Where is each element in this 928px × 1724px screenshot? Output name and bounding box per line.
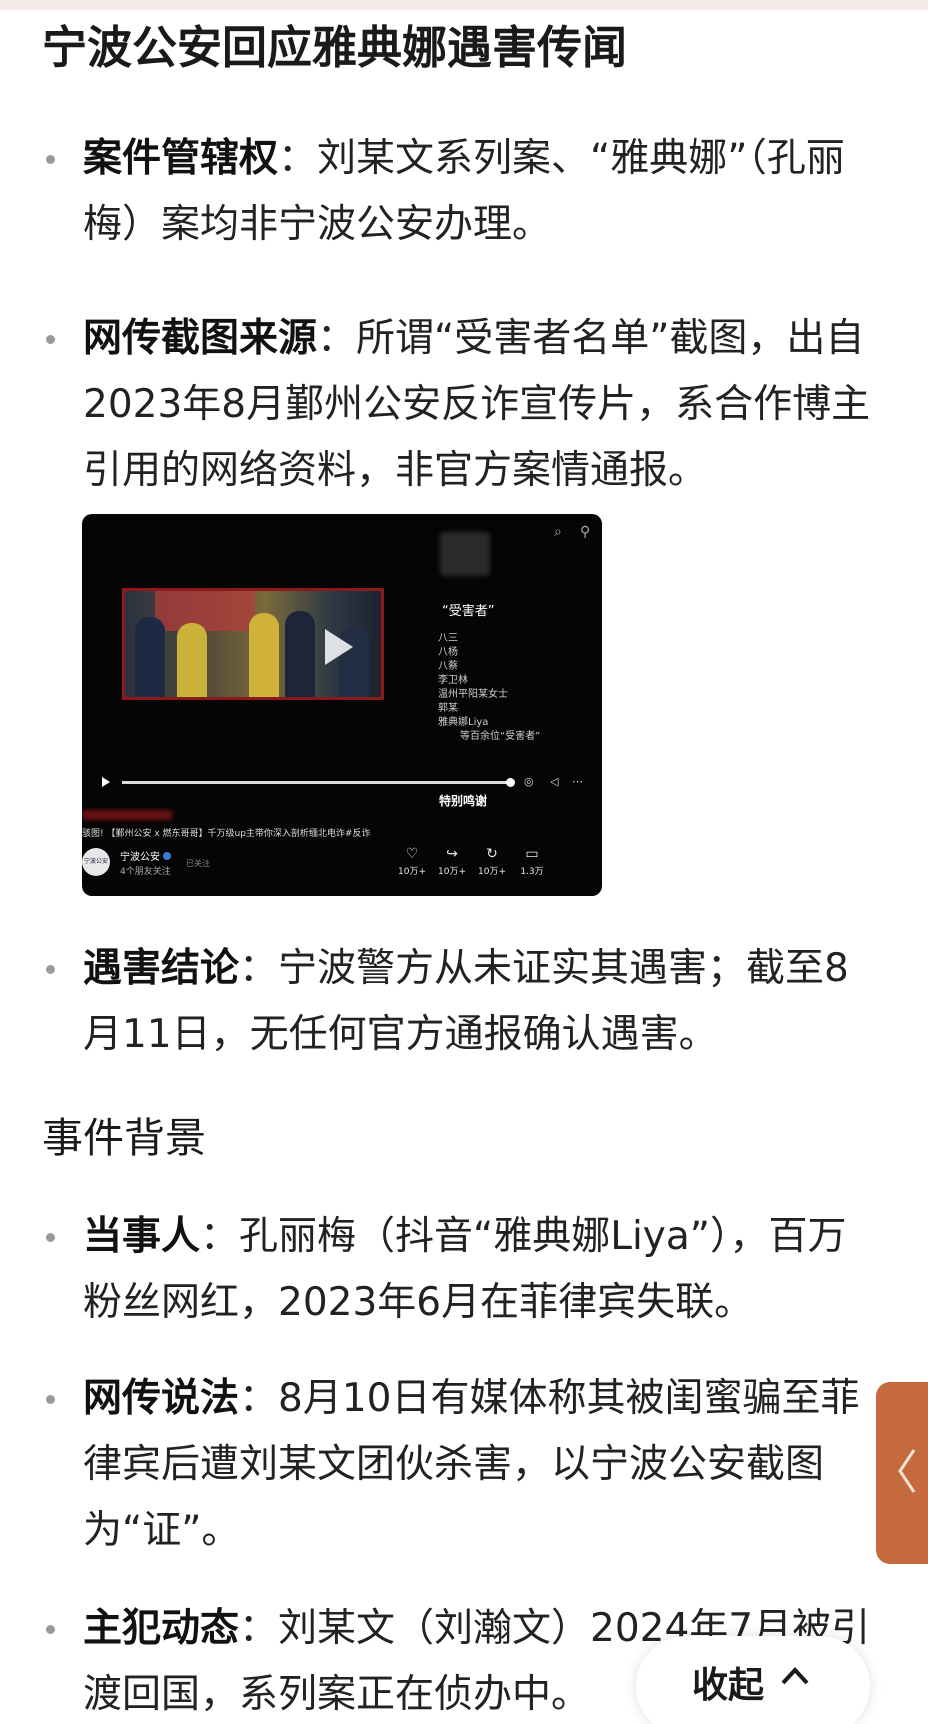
figure-suspect	[177, 623, 207, 697]
recommend-icon: ↻	[486, 846, 498, 862]
victims-list: 八三 八杨 八蔡 李卫林 温州平阳某女士 郭某 雅典娜Liya 等百余位“受害者…	[438, 632, 540, 744]
victim-name: 八杨	[438, 647, 458, 658]
comment-button[interactable]: ▭ 1.3万	[512, 846, 552, 877]
account-name-text: 宁波公安	[120, 852, 160, 863]
page-title: 宁波公安回应雅典娜遇害传闻	[42, 21, 628, 74]
list-item-text: 遇害结论：宁波警方从未证实其遇害；截至8月11日，无任何官方通报确认遇害。	[83, 936, 882, 1068]
share-count: 10万+	[438, 867, 466, 877]
chevron-up-icon	[781, 1667, 809, 1685]
user-icon[interactable]: ⚲	[580, 524, 590, 540]
followers-text: 4个朋友关注	[120, 867, 171, 877]
bullet-dot	[46, 1625, 55, 1634]
list-item-label: 主犯动态	[83, 1606, 240, 1651]
progress-knob[interactable]	[506, 778, 515, 787]
list-item: 网传截图来源：所谓“受害者名单”截图，出自2023年8月鄞州公安反诈宣传片，系合…	[42, 306, 882, 504]
list-item-label: 当事人	[83, 1214, 201, 1259]
search-icon[interactable]: ⌕	[554, 524, 562, 540]
share-icon: ↪	[446, 846, 458, 862]
top-strip	[0, 0, 928, 10]
progress-track[interactable]	[122, 781, 512, 784]
victim-name: 八三	[438, 633, 458, 644]
figure-police	[135, 617, 165, 697]
speed-icon[interactable]: ◎	[524, 775, 534, 788]
bullet-dot	[46, 335, 55, 344]
victim-name: 八蔡	[438, 661, 458, 672]
list-item: 当事人：孔丽梅（抖音“雅典娜Liya”），百万粉丝网红，2023年6月在菲律宾失…	[42, 1204, 882, 1336]
thanks-text: 特别鸣谢	[439, 794, 488, 808]
side-panel-tab[interactable]	[876, 1382, 928, 1564]
video-screenshot[interactable]: ⌕ ⚲ “受害者” 八三 八杨 八蔡 李卫林 温州平阳某女士 郭某 雅典娜Liy…	[82, 514, 602, 896]
list-item-text: 案件管辖权：刘某文系列案、“雅典娜”（孔丽梅）案均非宁波公安办理。	[83, 126, 882, 258]
victims-heading: “受害者”	[442, 604, 495, 619]
list-item-label: 网传截图来源	[83, 316, 318, 361]
chevron-left-icon	[898, 1449, 916, 1493]
list-item: 网传说法：8月10日有媒体称其被闺蜜骗至菲律宾后遭刘某文团伙杀害，以宁波公安截图…	[42, 1366, 882, 1564]
bullet-dot	[46, 1233, 55, 1242]
play-icon[interactable]	[325, 629, 353, 665]
play-small-icon[interactable]	[102, 777, 110, 787]
list-item-text: 网传说法：8月10日有媒体称其被闺蜜骗至菲律宾后遭刘某文团伙杀害，以宁波公安截图…	[83, 1366, 882, 1564]
list-item: 案件管辖权：刘某文系列案、“雅典娜”（孔丽梅）案均非宁波公安办理。	[42, 126, 882, 258]
more-icon[interactable]: ⋯	[572, 775, 583, 788]
share-button[interactable]: ↪ 10万+	[432, 846, 472, 877]
like-count: 10万+	[398, 867, 426, 877]
like-button[interactable]: ♡ 10万+	[392, 846, 432, 877]
list-item-label: 案件管辖权	[83, 136, 279, 181]
thumbnail-banner	[155, 591, 255, 631]
bullet-dot	[46, 155, 55, 164]
list-item: 遇害结论：宁波警方从未证实其遇害；截至8月11日，无任何官方通报确认遇害。	[42, 936, 882, 1068]
section-heading: 事件背景	[42, 1114, 206, 1162]
volume-icon[interactable]: ◁	[550, 775, 558, 788]
figure-suspect	[249, 613, 279, 697]
list-item-text: 网传截图来源：所谓“受害者名单”截图，出自2023年8月鄞州公安反诈宣传片，系合…	[83, 306, 882, 504]
avatar[interactable]: 宁波公安	[82, 848, 110, 876]
comment-icon: ▭	[525, 846, 539, 862]
recommend-button[interactable]: ↻ 10万+	[472, 846, 512, 877]
video-caption: 骇图! 【鄞州公安 x 燃东哥哥】千万级up主带你深入剖析缅北电诈#反诈	[82, 829, 371, 839]
like-icon: ♡	[405, 846, 419, 862]
recommend-count: 10万+	[478, 867, 506, 877]
victim-name: 雅典娜Liya	[438, 717, 489, 728]
comment-count: 1.3万	[520, 867, 544, 877]
video-thumbnail[interactable]	[122, 588, 384, 700]
verified-icon	[163, 852, 171, 860]
account-name[interactable]: 宁波公安	[120, 848, 171, 863]
figure-police	[285, 611, 315, 697]
list-item-label: 网传说法	[83, 1376, 240, 1421]
blurred-banner	[82, 810, 172, 820]
victim-name: 等百余位“受害者”	[460, 731, 541, 742]
followed-status[interactable]: 已关注	[186, 858, 210, 869]
collapse-label: 收起	[692, 1665, 765, 1706]
video-progress[interactable]: ◎ ◁ ⋯	[102, 775, 583, 790]
victim-name: 郭某	[438, 703, 458, 714]
victim-name: 李卫林	[438, 675, 468, 686]
collapse-button[interactable]: 收起	[636, 1636, 870, 1724]
bullet-dot	[46, 965, 55, 974]
list-item-label: 遇害结论	[83, 946, 240, 991]
blurred-logo	[440, 532, 490, 576]
victim-name: 温州平阳某女士	[438, 689, 508, 700]
bullet-dot	[46, 1395, 55, 1404]
list-item-text: 当事人：孔丽梅（抖音“雅典娜Liya”），百万粉丝网红，2023年6月在菲律宾失…	[83, 1204, 882, 1336]
